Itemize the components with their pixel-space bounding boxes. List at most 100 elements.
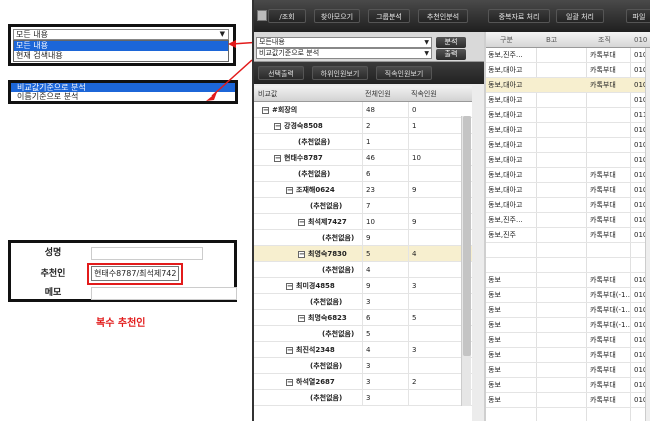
grid-row[interactable]: 동보카톡부대010 xyxy=(486,273,650,288)
tree-row[interactable]: − 하석열2687 3 2 xyxy=(254,374,472,390)
grid-row[interactable]: 동보,대아고카톡부대010 xyxy=(486,168,650,183)
tree-scrollbar[interactable] xyxy=(461,116,471,406)
collapse-icon[interactable]: − xyxy=(298,218,305,226)
tree-row[interactable]: − 최미경4858 9 3 xyxy=(254,278,472,294)
tree-row[interactable]: (추천없음) 3 xyxy=(254,358,472,374)
tree-row[interactable]: (추천없음) 9 xyxy=(254,230,472,246)
grid-header-school[interactable]: B고 xyxy=(546,32,557,48)
collapse-icon[interactable]: − xyxy=(298,314,305,322)
toolbar-button-batch[interactable]: 일괄 처리 xyxy=(556,9,604,23)
grid-row[interactable]: 동보카톡부대(-1...010 xyxy=(486,288,650,303)
grid-row[interactable]: 동보카톡부대010 xyxy=(486,333,650,348)
tree-row[interactable]: (추천없음) 3 xyxy=(254,294,472,310)
tree-row[interactable]: (추천없음) 4 xyxy=(254,262,472,278)
total-count: 5 xyxy=(362,246,408,262)
tree-scroll-thumb[interactable] xyxy=(463,116,471,356)
analysis-mode-value: 비교값기준으로 분석 xyxy=(259,49,320,57)
grid-row[interactable]: 동보,대아고010 xyxy=(486,153,650,168)
grid-header-category[interactable]: 구분 xyxy=(500,32,513,48)
tree-node-label: − 강경숙8508 xyxy=(274,118,323,134)
cell-category: 동보,대아고 xyxy=(488,126,523,134)
total-count: 4 xyxy=(362,262,408,278)
collapse-icon[interactable]: − xyxy=(274,154,281,162)
direct-count: 0 xyxy=(408,102,458,118)
main-toolbar: /조회 찾아모으기 그룹분석 추천인분석 중복자료 처리 일괄 처리 파일 xyxy=(254,0,650,32)
collapse-icon[interactable]: − xyxy=(286,346,293,354)
collapse-icon[interactable]: − xyxy=(298,250,305,258)
tree-row[interactable]: − 최석제7427 10 9 xyxy=(254,214,472,230)
tree-row[interactable]: (추천없음) 5 xyxy=(254,326,472,342)
grid-row[interactable]: 동보,대아고010 xyxy=(486,93,650,108)
grid-row[interactable]: 동보,진주...카톡부대010 xyxy=(486,213,650,228)
direct-count xyxy=(408,198,458,214)
tree-node-text: (추천없음) xyxy=(310,362,343,370)
grid-row[interactable]: 동보,진주...카톡부대010 xyxy=(486,48,650,63)
tree-row[interactable]: − 조재해0624 23 9 xyxy=(254,182,472,198)
cell-category: 동보 xyxy=(488,336,501,344)
tree-row[interactable]: − #회장의 48 0 xyxy=(254,102,472,118)
grid-row[interactable]: 동보카톡부대010 xyxy=(486,348,650,363)
tree-header-compare[interactable]: 비교값 xyxy=(258,86,277,102)
tree-header-total[interactable]: 전체인원 xyxy=(365,86,391,102)
print-button[interactable]: 출력 xyxy=(436,49,466,60)
grid-row[interactable]: 동보카톡부대010 xyxy=(486,363,650,378)
collapse-icon[interactable]: − xyxy=(262,106,269,114)
recommender-field[interactable]: 현태수8787/최석제742 xyxy=(91,266,179,281)
collapse-icon[interactable]: − xyxy=(286,282,293,290)
direct-count xyxy=(408,294,458,310)
tree-row[interactable]: − 강경숙8508 2 1 xyxy=(254,118,472,134)
print-selected-button[interactable]: 선택출력 xyxy=(258,66,304,80)
direct-count xyxy=(408,262,458,278)
tree-row[interactable]: (추천없음) 1 xyxy=(254,134,472,150)
grid-row[interactable]: 동보,대아고011 xyxy=(486,108,650,123)
cell-category: 동보 xyxy=(488,366,501,374)
show-direct-button[interactable]: 직속인원보기 xyxy=(376,66,432,80)
tree-row[interactable]: (추천없음) 3 xyxy=(254,390,472,406)
grid-row[interactable]: 동보카톡부대(-1...010 xyxy=(486,318,650,333)
tree-header-direct[interactable]: 직속인원 xyxy=(411,86,437,102)
tree-row[interactable]: − 최명숙6823 6 5 xyxy=(254,310,472,326)
collapse-icon[interactable]: − xyxy=(286,378,293,386)
grid-row[interactable]: 동보카톡부대(-1...010 xyxy=(486,303,650,318)
grid-row[interactable]: 동보,대아고카톡부대010 xyxy=(486,198,650,213)
grid-row[interactable]: 동보,대아고010 xyxy=(486,138,650,153)
toolbar-button-search[interactable]: /조회 xyxy=(268,9,306,23)
cell-category: 동보 xyxy=(488,396,501,404)
scope-select[interactable]: 모든내용 ▼ xyxy=(256,37,432,48)
grid-row[interactable]: 동보,대아고카톡부대010 xyxy=(486,183,650,198)
show-subordinates-button[interactable]: 하위인원보기 xyxy=(312,66,368,80)
grid-row[interactable]: 동보,대아고카톡부대010 xyxy=(486,63,650,78)
tree-row[interactable]: (추천없음) 7 xyxy=(254,198,472,214)
tree-row[interactable]: − 현태수8787 46 10 xyxy=(254,150,472,166)
direct-count xyxy=(408,326,458,342)
tree-row[interactable]: (추천없음) 6 xyxy=(254,166,472,182)
grid-row[interactable]: 동보,대아고카톡부대010 xyxy=(486,78,650,93)
toolbar-button-duplicates[interactable]: 중복자료 처리 xyxy=(488,9,550,23)
direct-count xyxy=(408,390,458,406)
tree-row[interactable]: − 최진석2348 4 3 xyxy=(254,342,472,358)
grid-row[interactable] xyxy=(486,243,650,258)
grid-scrollbar[interactable] xyxy=(645,48,650,421)
tree-node-text: (추천없음) xyxy=(322,266,355,274)
grid-row[interactable]: 동보카톡부대010 xyxy=(486,393,650,408)
collapse-icon[interactable]: − xyxy=(286,186,293,194)
memo-field[interactable] xyxy=(91,287,237,300)
grid-header-phone[interactable]: 010 xyxy=(634,32,647,48)
grid-header-org[interactable]: 조직 xyxy=(598,32,611,48)
tree-row[interactable]: − 최영숙7830 5 4 xyxy=(254,246,472,262)
grid-row[interactable]: 동보,진주카톡부대010 xyxy=(486,228,650,243)
collapse-icon[interactable]: − xyxy=(274,122,281,130)
name-field[interactable] xyxy=(91,247,203,260)
analysis-mode-select[interactable]: 비교값기준으로 분석 ▼ xyxy=(256,48,432,59)
grid-row[interactable]: 동보,대아고010 xyxy=(486,123,650,138)
cell-category: 동보,대아고 xyxy=(488,201,523,209)
search-icon[interactable] xyxy=(257,10,267,21)
toolbar-button-file[interactable]: 파일 xyxy=(626,9,650,23)
toolbar-button-recommender-analysis[interactable]: 추천인분석 xyxy=(418,9,468,23)
toolbar-button-collect[interactable]: 찾아모으기 xyxy=(314,9,360,23)
analyze-button[interactable]: 분석 xyxy=(436,37,466,48)
grid-row[interactable] xyxy=(486,258,650,273)
grid-row[interactable]: 동보카톡부대010 xyxy=(486,378,650,393)
toolbar-button-group-analysis[interactable]: 그룹분석 xyxy=(368,9,410,23)
caption-multiple-recommender: 복수 추천인 xyxy=(96,318,146,329)
